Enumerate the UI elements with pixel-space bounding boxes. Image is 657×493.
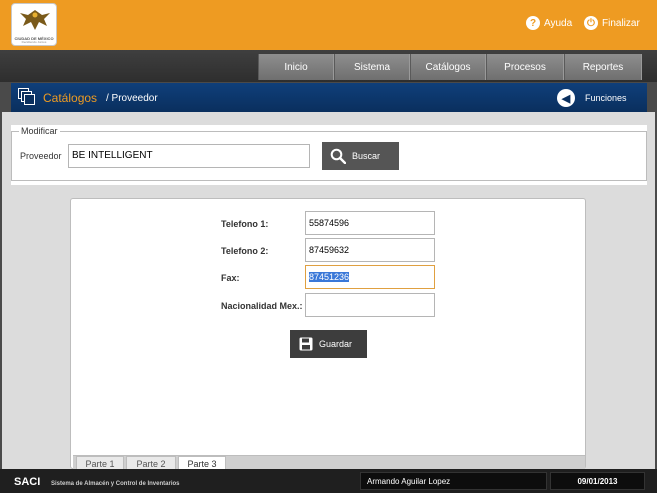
nav-item-sistema[interactable]: Sistema [334, 54, 410, 80]
footer: SACI Sistema de Almacén y Control de Inv… [0, 469, 657, 493]
fax-label: Fax: [221, 273, 240, 283]
question-icon: ? [526, 16, 540, 30]
nationality-input[interactable] [305, 293, 435, 317]
nav-item-procesos[interactable]: Procesos [486, 54, 564, 80]
power-icon: ⏻ [584, 16, 598, 30]
logo-subtitle: Decidiendo Juntos [21, 40, 47, 44]
breadcrumb-section[interactable]: Catálogos [43, 91, 97, 105]
back-arrow-icon: ◀ [557, 89, 575, 107]
tab-parte-3[interactable]: Parte 3 [178, 456, 226, 470]
app-subtitle: Sistema de Almacén y Control de Inventar… [51, 481, 180, 487]
help-link[interactable]: ? Ayuda [526, 16, 572, 30]
provider-input[interactable]: BE INTELLIGENT [68, 144, 310, 168]
provider-label: Proveedor [20, 151, 62, 161]
save-button[interactable]: Guardar [290, 330, 367, 358]
modify-legend: Modificar [19, 126, 60, 136]
form-panel: Telefono 1: 55874596 Telefono 2: 8745963… [70, 198, 586, 469]
logout-label: Finalizar [602, 17, 640, 29]
phone2-input[interactable]: 87459632 [305, 238, 435, 262]
app-name: SACI [14, 476, 41, 488]
search-button[interactable]: Buscar [322, 142, 399, 170]
city-logo: CIUDAD DE MÉXICO Decidiendo Juntos [11, 3, 57, 46]
functions-button[interactable]: ◀ Funciones [557, 89, 627, 107]
main-content: Modificar Proveedor BE INTELLIGENT Busca… [2, 112, 655, 470]
nav-item-catalogos[interactable]: Catálogos [410, 54, 486, 80]
phone2-label: Telefono 2: [221, 246, 269, 256]
search-icon [330, 148, 346, 164]
breadcrumb-bar: Catálogos / Proveedor ◀ Funciones [11, 83, 647, 112]
help-label: Ayuda [544, 17, 573, 29]
nav-item-reportes[interactable]: Reportes [564, 54, 642, 80]
current-date: 09/01/2013 [550, 472, 645, 490]
fax-input[interactable]: 87451236 [305, 265, 435, 289]
eagle-icon [20, 10, 50, 30]
main-nav: Inicio Sistema Catálogos Procesos Report… [258, 54, 642, 80]
fax-selected-text: 87451236 [309, 272, 350, 282]
breadcrumb-page: / Proveedor [106, 93, 158, 104]
tab-parte-2[interactable]: Parte 2 [126, 456, 176, 470]
logout-link[interactable]: ⏻ Finalizar [584, 16, 640, 30]
search-label: Buscar [352, 151, 381, 161]
nav-item-inicio[interactable]: Inicio [258, 54, 334, 80]
floppy-disk-icon [299, 337, 313, 351]
catalog-icon [18, 88, 35, 105]
nationality-label: Nacionalidad Mex.: [221, 301, 303, 311]
save-label: Guardar [319, 339, 353, 349]
phone1-label: Telefono 1: [221, 219, 269, 229]
top-header: CIUDAD DE MÉXICO Decidiendo Juntos ? Ayu… [0, 0, 657, 50]
tab-parte-1[interactable]: Parte 1 [76, 456, 124, 470]
user-name: Armando Aguilar Lopez [360, 472, 547, 490]
functions-label: Funciones [585, 93, 627, 103]
phone1-input[interactable]: 55874596 [305, 211, 435, 235]
